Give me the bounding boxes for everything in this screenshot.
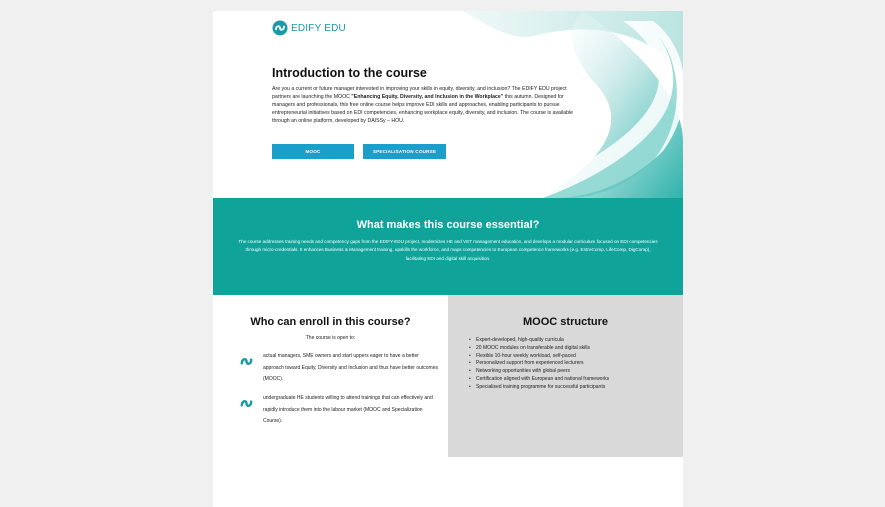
structure-list: Expert-developed, high-quality curricula… (469, 337, 609, 392)
enroll-item-text: undergraduate HE students willing to att… (263, 395, 433, 425)
list-item: Personalized support from experienced le… (469, 360, 609, 368)
intro-paragraph: Are you a current or future manager inte… (272, 85, 577, 125)
enroll-item-text: actual managers, SME owners and start up… (263, 353, 439, 383)
edify-edu-logo[interactable]: EDIFY EDU (272, 20, 346, 36)
list-item: Expert-developed, high-quality curricula (469, 337, 609, 345)
edify-bullet-icon (240, 399, 253, 408)
page: EDIFY EDU Introduction to the course Are… (213, 11, 683, 507)
list-item: Networking opportunities with global pee… (469, 368, 609, 376)
list-item: Specialised training programme for succe… (469, 384, 609, 392)
logo-text: EDIFY EDU (291, 22, 346, 34)
course-name-bold: "Enhancing Equity, Diversity, and Inclus… (351, 94, 504, 100)
list-item: Certification aligned with European and … (469, 376, 609, 384)
essential-title: What makes this course essential? (356, 219, 540, 231)
page-title: Introduction to the course (272, 66, 427, 80)
essential-text: The course addresses training needs and … (238, 239, 658, 261)
essential-section: What makes this course essential? The co… (213, 198, 683, 295)
hero-section: EDIFY EDU Introduction to the course Are… (213, 11, 683, 198)
mooc-button[interactable]: MOOC (272, 144, 354, 159)
list-item: Flexible 10-hour weekly workload, self-p… (469, 353, 609, 361)
enroll-section: Who can enroll in this course? The cours… (213, 295, 448, 507)
list-item: undergraduate HE students willing to att… (239, 393, 439, 428)
list-item: actual managers, SME owners and start up… (239, 351, 439, 386)
enroll-title: Who can enroll in this course? (250, 316, 411, 328)
edify-logo-icon (272, 20, 288, 36)
mooc-structure-section: MOOC structure Expert-developed, high-qu… (448, 295, 683, 457)
list-item: 20 MOOC modules on transferable and digi… (469, 345, 609, 353)
specialisation-course-button[interactable]: SPECIALISATION COURSE (363, 144, 446, 159)
edify-bullet-icon (240, 357, 253, 366)
structure-title: MOOC structure (523, 316, 608, 328)
enroll-subtitle: The course is open to: (305, 335, 356, 341)
